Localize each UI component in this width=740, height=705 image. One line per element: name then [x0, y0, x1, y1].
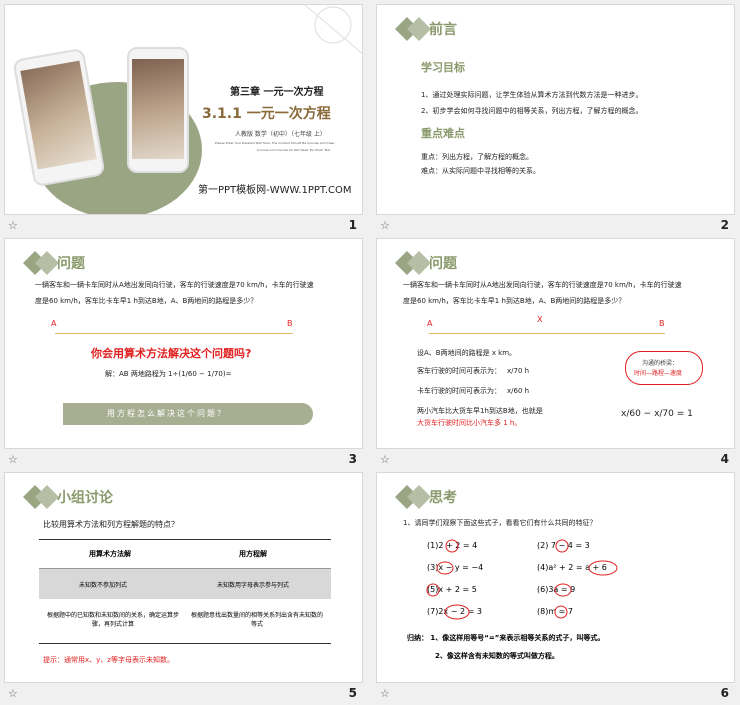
slide-number: 4 — [720, 452, 729, 466]
banner-text: 用方程怎么解决这个问题？ — [107, 409, 227, 418]
slide-3[interactable]: 问题 一辆客车和一辆卡车同时从A地出发同向行驶，客车的行驶速度是70 km/h，… — [4, 238, 363, 449]
slide-header: 前言 — [429, 22, 457, 38]
star-icon[interactable]: ☆ — [8, 687, 18, 700]
equation-item: (2) 7 − 4 = 3 — [537, 541, 590, 550]
slide-number: 5 — [348, 686, 357, 700]
hint-cloud: 沟通的桥梁： 时间—路程—速度 — [625, 351, 703, 385]
site-text: 第一PPT模板网-WWW.1PPT.COM — [198, 185, 352, 196]
label-a: A — [427, 319, 433, 328]
step-3: 卡车行驶的时间可表示为： — [417, 387, 501, 395]
think-question: 1、请同学们观察下面这些式子，看看它们有什么共同的特征？ — [403, 519, 597, 527]
table-row: 未知数不参加列式 未知数用字母表示参与列式 — [39, 569, 331, 599]
slide-2[interactable]: 前言 学习目标 1、通过处理实际问题，让学生体验从算术方法到代数方法是一种进步。… — [376, 4, 735, 215]
distance-line — [55, 333, 293, 334]
distance-line — [429, 333, 665, 334]
goal-1: 1、通过处理实际问题，让学生体验从算术方法到代数方法是一种进步。 — [421, 91, 643, 99]
slide-4-footer: ☆ 4 — [376, 449, 735, 471]
problem-line-1: 一辆客车和一辆卡车同时从A地出发同向行驶，客车的行驶速度是70 km/h，卡车的… — [403, 281, 682, 289]
diamond-logo-icon — [23, 485, 59, 509]
goal-2: 2、初步学会如何寻找问题中的相等关系，列出方程，了解方程的概念。 — [421, 107, 643, 115]
equation-item: (7)2x − 2 = 3 — [427, 607, 482, 616]
equation-item: (6)3a = 9 — [537, 585, 576, 594]
step-4b: 大货车行驶时间比小汽车多 1 h。 — [417, 419, 522, 427]
label-a: A — [51, 319, 57, 328]
row-2-col-2: 根据题意找出数量间的相等关系列出含有未知数的等式 — [190, 612, 323, 628]
step-1: 设A、B两地间的路程是 x km。 — [417, 349, 517, 357]
slide-header: 问题 — [429, 256, 457, 272]
banner[interactable]: 用方程怎么解决这个问题？ — [63, 403, 313, 425]
compare-table: 用算术方法解 用方程解 未知数不参加列式 未知数用字母表示参与列式 根据题中的已… — [39, 539, 331, 644]
slide-4[interactable]: 问题 一辆客车和一辆卡车同时从A地出发同向行驶，客车的行驶速度是70 km/h，… — [376, 238, 735, 449]
conclusion-1: 归纳： 1、像这样用等号“=”来表示相等关系的式子，叫等式。 — [407, 634, 605, 642]
solution-text: 解：AB 两地路程为 1÷(1/60 − 1/70)= — [105, 370, 232, 378]
table-header-row: 用算术方法解 用方程解 — [39, 539, 331, 569]
slide-5[interactable]: 小组讨论 比较用算术方法和列方程解题的特点？ 用算术方法解 用方程解 未知数不参… — [4, 472, 363, 683]
label-x: X — [537, 315, 543, 324]
slide-number: 6 — [720, 686, 729, 700]
cloud-text-2: 时间—路程—速度 — [634, 370, 683, 377]
diamond-logo-icon — [395, 17, 431, 41]
slide-number: 3 — [348, 452, 357, 466]
col-2-header: 用方程解 — [239, 550, 267, 558]
diamond-logo-icon — [395, 251, 431, 275]
chapter-title: 第三章 一元一次方程 — [230, 87, 324, 98]
question-text: 你会用算术方法解决这个问题吗? — [91, 347, 252, 360]
step-2: 客车行驶的时间可表示为： — [417, 367, 501, 375]
diamond-logo-icon — [23, 251, 59, 275]
equation-item: (8)m = 7 — [537, 607, 574, 616]
slide-6-footer: ☆ 6 — [376, 683, 735, 705]
key-2: 难点：从实际问题中寻找相等的关系。 — [421, 167, 540, 175]
step-4a: 两小汽车比大货车早1h到达B地，也就是 — [417, 407, 543, 415]
slide-2-footer: ☆ 2 — [376, 215, 735, 237]
equation-item: (3)x − y = −4 — [427, 563, 484, 572]
problem-line-2: 度是60 km/h，客车比卡车早1 h到达B地，A、B两地间的路程是多少？ — [35, 297, 258, 305]
slide-6[interactable]: 思考 1、请同学们观察下面这些式子，看看它们有什么共同的特征？ (1)2 + 2… — [376, 472, 735, 683]
row-1-col-2: 未知数用字母表示参与列式 — [217, 582, 290, 589]
star-icon[interactable]: ☆ — [380, 687, 390, 700]
label-b: B — [659, 319, 665, 328]
slide-header: 思考 — [429, 490, 457, 506]
equation-item: (5)x + 2 = 5 — [427, 585, 477, 594]
star-icon[interactable]: ☆ — [380, 453, 390, 466]
star-icon[interactable]: ☆ — [8, 219, 18, 232]
diamond-logo-icon — [395, 485, 431, 509]
col-1-header: 用算术方法解 — [89, 550, 131, 558]
english-line-2: Concise And Concise Do Not Need Too Much… — [257, 148, 331, 152]
step-2-fraction: x/70 h — [507, 367, 530, 375]
equation: x/60 − x/70 = 1 — [621, 409, 693, 419]
star-icon[interactable]: ☆ — [8, 453, 18, 466]
equation-item: (1)2 + 2 = 4 — [427, 541, 478, 550]
problem-line-1: 一辆客车和一辆卡车同时从A地出发同向行驶，客车的行驶速度是70 km/h，卡车的… — [35, 281, 314, 289]
row-2-col-1: 根据题中的已知数和未知数间的关系，确定运算步骤，再列式计算 — [47, 612, 180, 628]
slide-header: 小组讨论 — [57, 490, 113, 506]
phone-right-image — [127, 47, 189, 173]
goal-title: 学习目标 — [421, 61, 465, 74]
discussion-question: 比较用算术方法和列方程解题的特点？ — [43, 520, 179, 529]
english-line-1: Please Enter Your Detailed Text Here, Th… — [215, 141, 336, 145]
lesson-title: 3.1.1 一元一次方程 — [202, 106, 331, 122]
slide-3-footer: ☆ 3 — [4, 449, 363, 471]
hint-text: 提示：通常用x、y、z等字母表示未知数。 — [43, 656, 174, 664]
slide-number: 1 — [348, 218, 357, 232]
problem-line-2: 度是60 km/h，客车比卡车早1 h到达B地，A、B两地间的路程是多少？ — [403, 297, 626, 305]
equation-item: (4)a² + 2 = a + 6 — [537, 563, 607, 572]
key-title: 重点难点 — [421, 127, 465, 140]
conclusion-2: 2、像这样含有未知数的等式叫做方程。 — [435, 652, 559, 660]
slide-number: 2 — [720, 218, 729, 232]
label-b: B — [287, 319, 293, 328]
slide-1[interactable]: 第三章 一元一次方程 3.1.1 一元一次方程 人教版 数学（初中）（七年级 上… — [4, 4, 363, 215]
step-3-fraction: x/60 h — [507, 387, 530, 395]
cloud-text-1: 沟通的桥梁： — [642, 360, 679, 367]
slide-5-footer: ☆ 5 — [4, 683, 363, 705]
slide-1-footer: ☆ 1 — [4, 215, 363, 237]
edition-text: 人教版 数学（初中）（七年级 上） — [235, 131, 326, 138]
star-icon[interactable]: ☆ — [380, 219, 390, 232]
slide-header: 问题 — [57, 256, 85, 272]
key-1: 重点：列出方程，了解方程的概念。 — [421, 153, 533, 161]
row-1-col-1: 未知数不参加列式 — [79, 582, 128, 589]
table-row: 根据题中的已知数和未知数间的关系，确定运算步骤，再列式计算 根据题意找出数量间的… — [39, 599, 331, 644]
